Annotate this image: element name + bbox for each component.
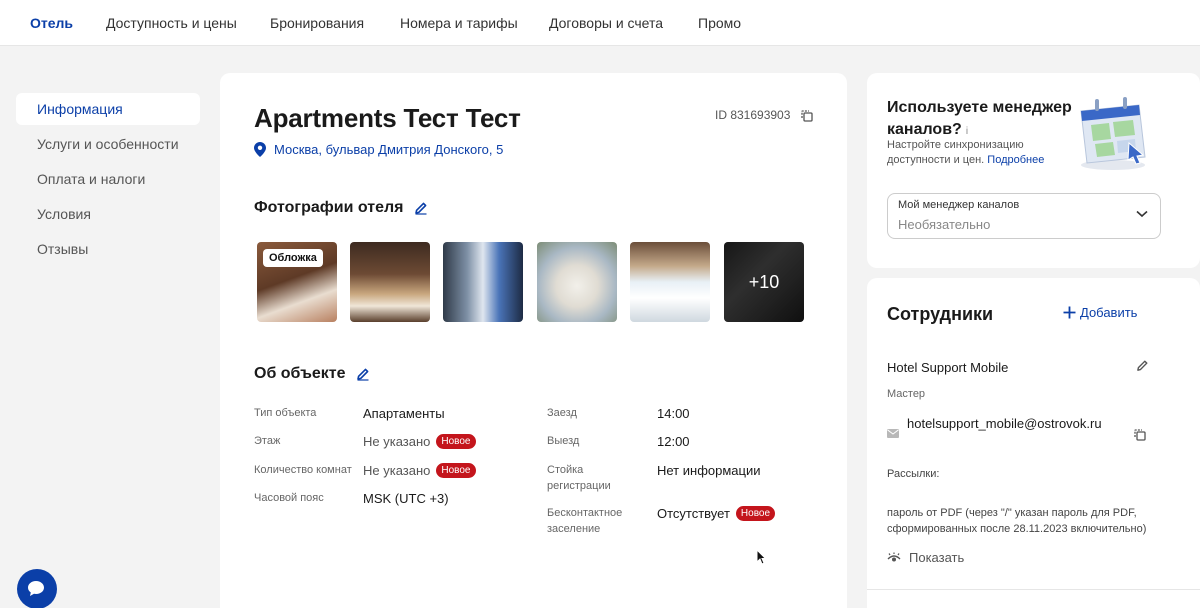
channel-manager-card: Используете менеджер каналов? i Настройте… [867, 73, 1200, 268]
hotel-photo-cover[interactable]: Обложка [257, 242, 337, 322]
copy-id-icon[interactable] [800, 109, 814, 123]
field-value-checkout-text: 12:00 [657, 434, 690, 449]
field-value-checkin: 14:00 [657, 406, 690, 421]
field-value-timezone: MSK (UTC +3) [363, 491, 449, 506]
hotel-photo-more[interactable]: +10 [724, 242, 804, 322]
tab-rooms-rates[interactable]: Номера и тарифы [400, 15, 518, 31]
tab-contracts-invoices[interactable]: Договоры и счета [549, 15, 663, 31]
field-value-rooms-text: Не указано [363, 463, 431, 478]
field-value-checkout: 12:00 [657, 434, 690, 449]
sidebar-item-services[interactable]: Услуги и особенности [16, 128, 200, 160]
tab-bookings[interactable]: Бронирования [270, 15, 364, 31]
field-label-checkin: Заезд [547, 407, 577, 419]
field-label-timezone: Часовой пояс [254, 492, 324, 504]
channel-manager-description: Настройте синхронизацию доступности и це… [887, 138, 1077, 168]
edit-about-icon[interactable] [356, 367, 370, 381]
location-pin-icon [254, 142, 266, 157]
tab-promo[interactable]: Промо [698, 15, 741, 31]
address-text: Москва, бульвар Дмитрия Донского, 5 [274, 142, 504, 157]
add-staff-button[interactable]: Добавить [1063, 305, 1137, 320]
photos-section-title: Фотографии отеля [254, 199, 428, 217]
new-badge: Новое [436, 434, 476, 449]
channel-manager-title-text: Используете менеджер каналов? [887, 99, 1072, 138]
hotel-photo-2[interactable] [350, 242, 430, 322]
channel-manager-select[interactable]: Мой менеджер каналов Необязательно [887, 193, 1161, 239]
add-staff-label: Добавить [1080, 305, 1138, 320]
field-label-rooms: Количество комнат [254, 464, 352, 476]
select-placeholder: Необязательно [898, 217, 991, 232]
calendar-illustration-icon [1080, 97, 1146, 170]
plus-icon [1063, 306, 1076, 319]
staff-title: Сотрудники [887, 304, 994, 324]
edit-staff-icon[interactable] [1136, 359, 1149, 372]
hotel-address: Москва, бульвар Дмитрия Донского, 5 [254, 142, 503, 157]
main-info-card: Apartments Тест Тест ID 831693903 Москва… [220, 73, 847, 608]
staff-email: hotelsupport_mobile@ostrovok.ru [907, 416, 1102, 431]
staff-role: Мастер [887, 388, 926, 400]
sidebar-item-reviews[interactable]: Отзывы [16, 233, 200, 265]
about-section-title: Об объекте [254, 365, 370, 383]
field-value-reception-text: Нет информации [657, 463, 761, 478]
subscriptions-label: Рассылки: [887, 468, 940, 480]
show-button[interactable]: Показать [887, 550, 964, 565]
new-badge: Новое [735, 506, 776, 521]
field-label-type: Тип объекта [254, 407, 317, 419]
subscriptions-text: пароль от PDF (через "/" указан пароль д… [887, 507, 1147, 535]
eye-icon [887, 552, 901, 561]
mail-icon [887, 429, 899, 438]
about-title-text: Об объекте [254, 365, 346, 382]
sidebar-item-payment-taxes[interactable]: Оплата и налоги [16, 163, 200, 195]
field-label-reception: Стойка регистрации [547, 464, 611, 492]
top-navigation: Отель Доступность и цены Бронирования Но… [0, 0, 1200, 46]
chat-button[interactable] [17, 569, 57, 608]
field-value-contactless-text: Отсутствует [657, 506, 730, 521]
mouse-cursor-icon [756, 549, 766, 565]
chat-icon [28, 581, 44, 596]
field-value-timezone-text: MSK (UTC +3) [363, 491, 449, 506]
tab-availability-prices[interactable]: Доступность и цены [106, 15, 237, 31]
more-info-link[interactable]: Подробнее [987, 154, 1044, 166]
field-label-checkout: Выезд [547, 435, 580, 447]
show-label: Показать [909, 550, 965, 565]
field-label-contactless: Бесконтактное заселение [547, 507, 623, 535]
staff-name: Hotel Support Mobile [887, 360, 1009, 375]
sidebar-item-information[interactable]: Информация [16, 93, 200, 125]
chevron-down-icon [1136, 210, 1148, 218]
staff-card: Сотрудники Добавить Hotel Support Mobile… [867, 278, 1200, 608]
select-label: Мой менеджер каналов [898, 199, 1020, 211]
staff-divider [867, 589, 1200, 590]
field-label-floor: Этаж [254, 435, 281, 447]
tab-hotel[interactable]: Отель [30, 15, 73, 31]
hotel-id: ID 831693903 [715, 108, 791, 122]
field-value-contactless: Отсутствует Новое [657, 506, 776, 521]
new-badge: Новое [436, 463, 476, 478]
field-value-type: Апартаменты [363, 406, 445, 421]
hotel-title: Apartments Тест Тест [254, 103, 521, 133]
photos-title-text: Фотографии отеля [254, 199, 404, 216]
field-value-reception: Нет информации [657, 463, 761, 478]
hotel-photo-4[interactable] [537, 242, 617, 322]
copy-email-icon[interactable] [1133, 428, 1147, 442]
field-value-rooms: Не указано Новое [363, 463, 476, 478]
edit-photos-icon[interactable] [414, 201, 428, 215]
field-value-checkin-text: 14:00 [657, 406, 690, 421]
more-photos-count: +10 [724, 242, 804, 322]
field-value-floor: Не указано Новое [363, 434, 476, 449]
hotel-photo-5[interactable] [630, 242, 710, 322]
cover-badge: Обложка [263, 249, 323, 267]
sidebar-item-conditions[interactable]: Условия [16, 198, 200, 230]
hotel-photo-3[interactable] [443, 242, 523, 322]
field-value-type-text: Апартаменты [363, 406, 445, 421]
channel-manager-title: Используете менеджер каналов? i [887, 97, 1087, 143]
field-value-floor-text: Не указано [363, 434, 431, 449]
